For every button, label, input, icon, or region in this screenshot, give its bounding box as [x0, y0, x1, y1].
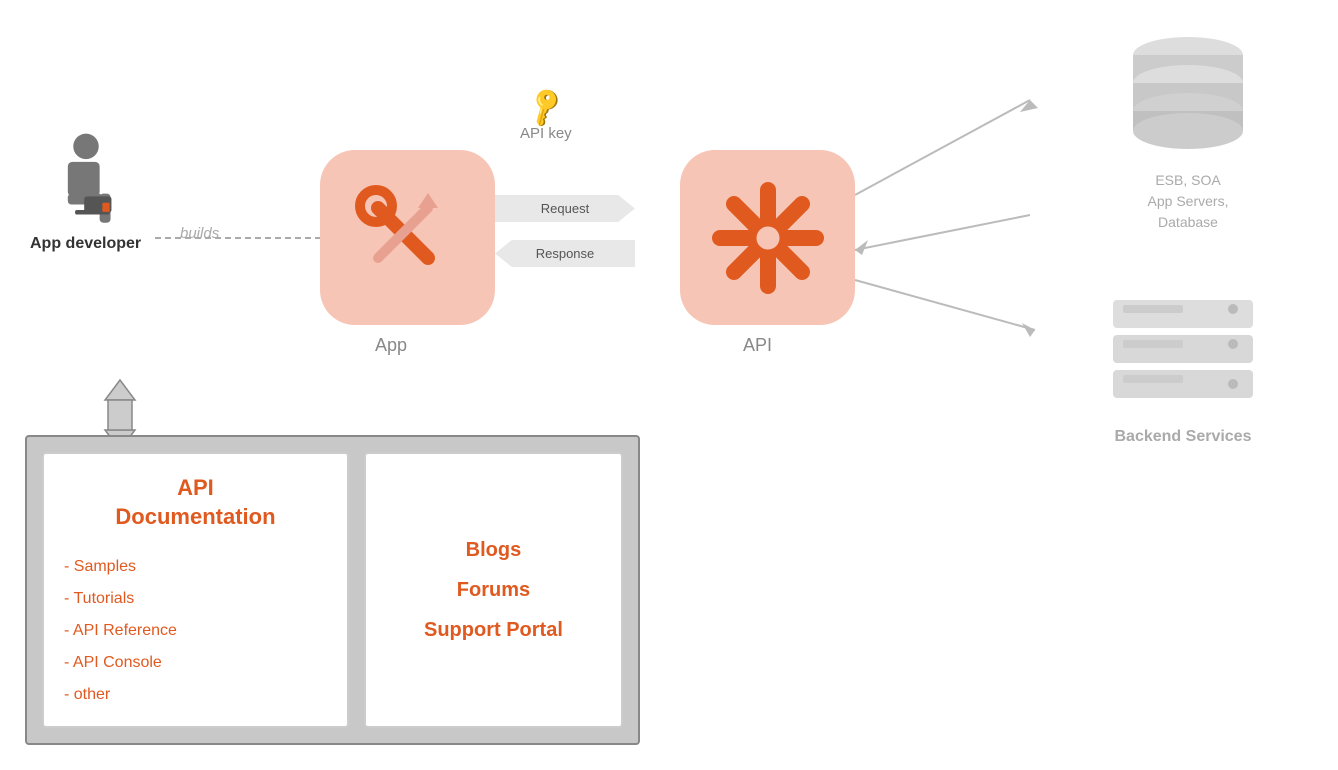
- docs-item-api-reference: - API Reference: [64, 615, 327, 647]
- docs-item-tutorials: - Tutorials: [64, 583, 327, 615]
- community-box: Blogs Forums Support Portal: [364, 452, 623, 728]
- api-key-label: API key: [520, 125, 572, 142]
- backend-services-label: Backend Services: [1103, 428, 1263, 446]
- request-response-area: Request Response: [495, 195, 685, 285]
- community-support: Support Portal: [424, 610, 563, 650]
- app-developer-section: App developer: [30, 130, 141, 253]
- api-icon-box: [680, 150, 855, 325]
- docs-item-samples: - Samples: [64, 551, 327, 583]
- database-icon-group: ESB, SOAApp Servers,Database: [1118, 30, 1258, 233]
- community-forums: Forums: [424, 570, 563, 610]
- response-arrow: Response: [495, 240, 635, 267]
- portal-outer-box: APIDocumentation - Samples - Tutorials -…: [25, 435, 640, 745]
- api-docs-title: APIDocumentation: [64, 474, 327, 531]
- request-arrow: Request: [495, 195, 635, 222]
- builds-label: builds: [180, 225, 219, 242]
- app-developer-label: App developer: [30, 235, 141, 253]
- api-key-area: 🔑 API key: [520, 90, 572, 142]
- key-icon: 🔑: [522, 83, 569, 129]
- request-arrow-row: Request: [495, 195, 685, 222]
- servers-icon-group: Backend Services: [1103, 295, 1263, 446]
- servers-icon: [1103, 295, 1263, 415]
- app-tools-icon: [348, 178, 468, 298]
- response-arrow-row: Response: [495, 240, 685, 267]
- database-icon: [1118, 30, 1258, 160]
- diagram-container: App developer builds App 🔑 API key Reque…: [0, 0, 1338, 770]
- app-icon-box: [320, 150, 495, 325]
- api-label: API: [743, 335, 772, 356]
- docs-item-api-console: - API Console: [64, 647, 327, 679]
- esb-label: ESB, SOAApp Servers,Database: [1118, 170, 1258, 233]
- api-docs-items: - Samples - Tutorials - API Reference - …: [64, 551, 327, 711]
- person-icon: [46, 130, 126, 230]
- app-label: App: [375, 335, 407, 356]
- api-gear-icon: [708, 178, 828, 298]
- community-title: Blogs Forums Support Portal: [424, 530, 563, 650]
- community-blogs: Blogs: [424, 530, 563, 570]
- docs-item-other: - other: [64, 679, 327, 711]
- api-docs-box: APIDocumentation - Samples - Tutorials -…: [42, 452, 349, 728]
